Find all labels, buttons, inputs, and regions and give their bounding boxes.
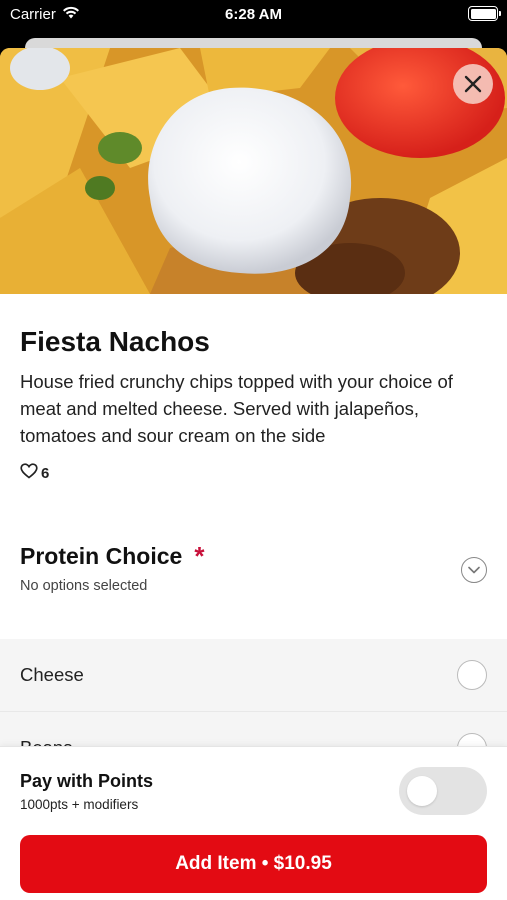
option-label: Cheese xyxy=(20,664,84,685)
checkout-panel: Pay with Points 1000pts + modifiers Add … xyxy=(0,746,507,900)
section-title: Protein Choice * xyxy=(20,541,205,571)
close-icon xyxy=(463,74,483,94)
pay-with-points-label: Pay with Points xyxy=(20,771,154,791)
chevron-down-icon xyxy=(468,561,480,579)
toggle-knob xyxy=(407,776,437,806)
status-bar: Carrier 6:28 AM xyxy=(0,0,507,30)
heart-icon xyxy=(20,463,38,483)
required-marker: * xyxy=(194,541,205,571)
section-subtitle: No options selected xyxy=(20,578,148,594)
status-time: 6:28 AM xyxy=(225,6,282,23)
option-radio[interactable] xyxy=(457,660,487,690)
battery-icon xyxy=(468,6,501,21)
points-toggle[interactable] xyxy=(399,767,487,815)
option-row[interactable]: Cheese xyxy=(0,639,507,711)
item-photo xyxy=(0,48,507,294)
item-description: House fried crunchy chips topped with yo… xyxy=(20,371,453,446)
protein-choice-header[interactable]: Protein Choice * No options selected xyxy=(0,541,507,639)
close-button[interactable] xyxy=(453,64,493,104)
like-count[interactable]: 6 xyxy=(20,463,487,483)
like-count-value: 6 xyxy=(41,464,50,482)
expand-button[interactable] xyxy=(461,557,487,583)
add-item-button[interactable]: Add Item • $10.95 xyxy=(20,835,487,893)
points-subtitle: 1000pts + modifiers xyxy=(20,797,139,812)
item-title: Fiesta Nachos xyxy=(20,326,210,357)
